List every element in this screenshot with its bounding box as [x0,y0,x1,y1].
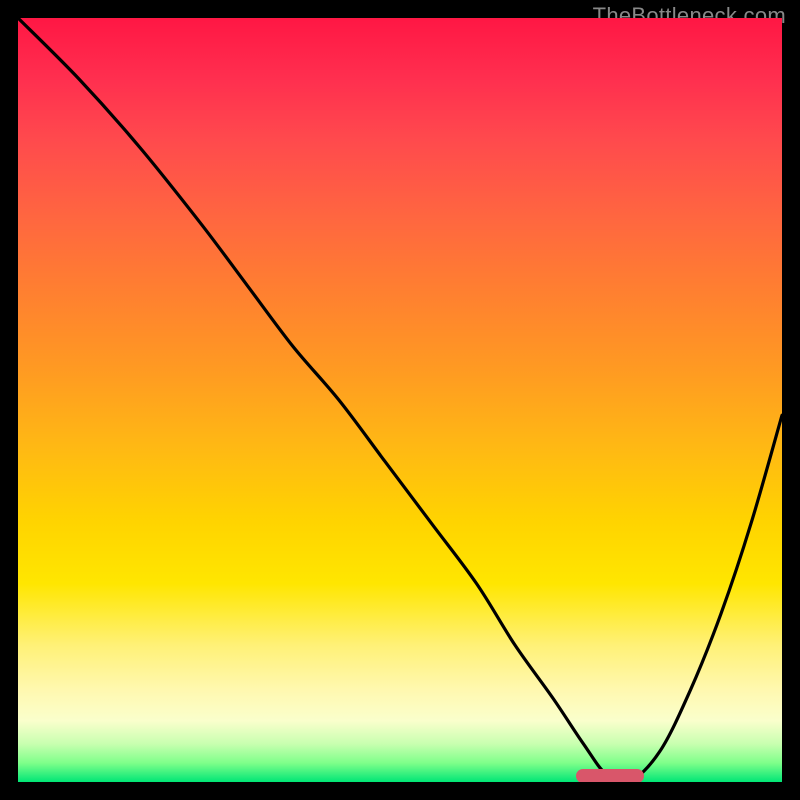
bottleneck-curve [18,18,782,782]
plot-area [18,18,782,782]
chart-container: TheBottleneck.com [0,0,800,800]
minimum-marker [576,769,645,782]
curve-svg [18,18,782,782]
